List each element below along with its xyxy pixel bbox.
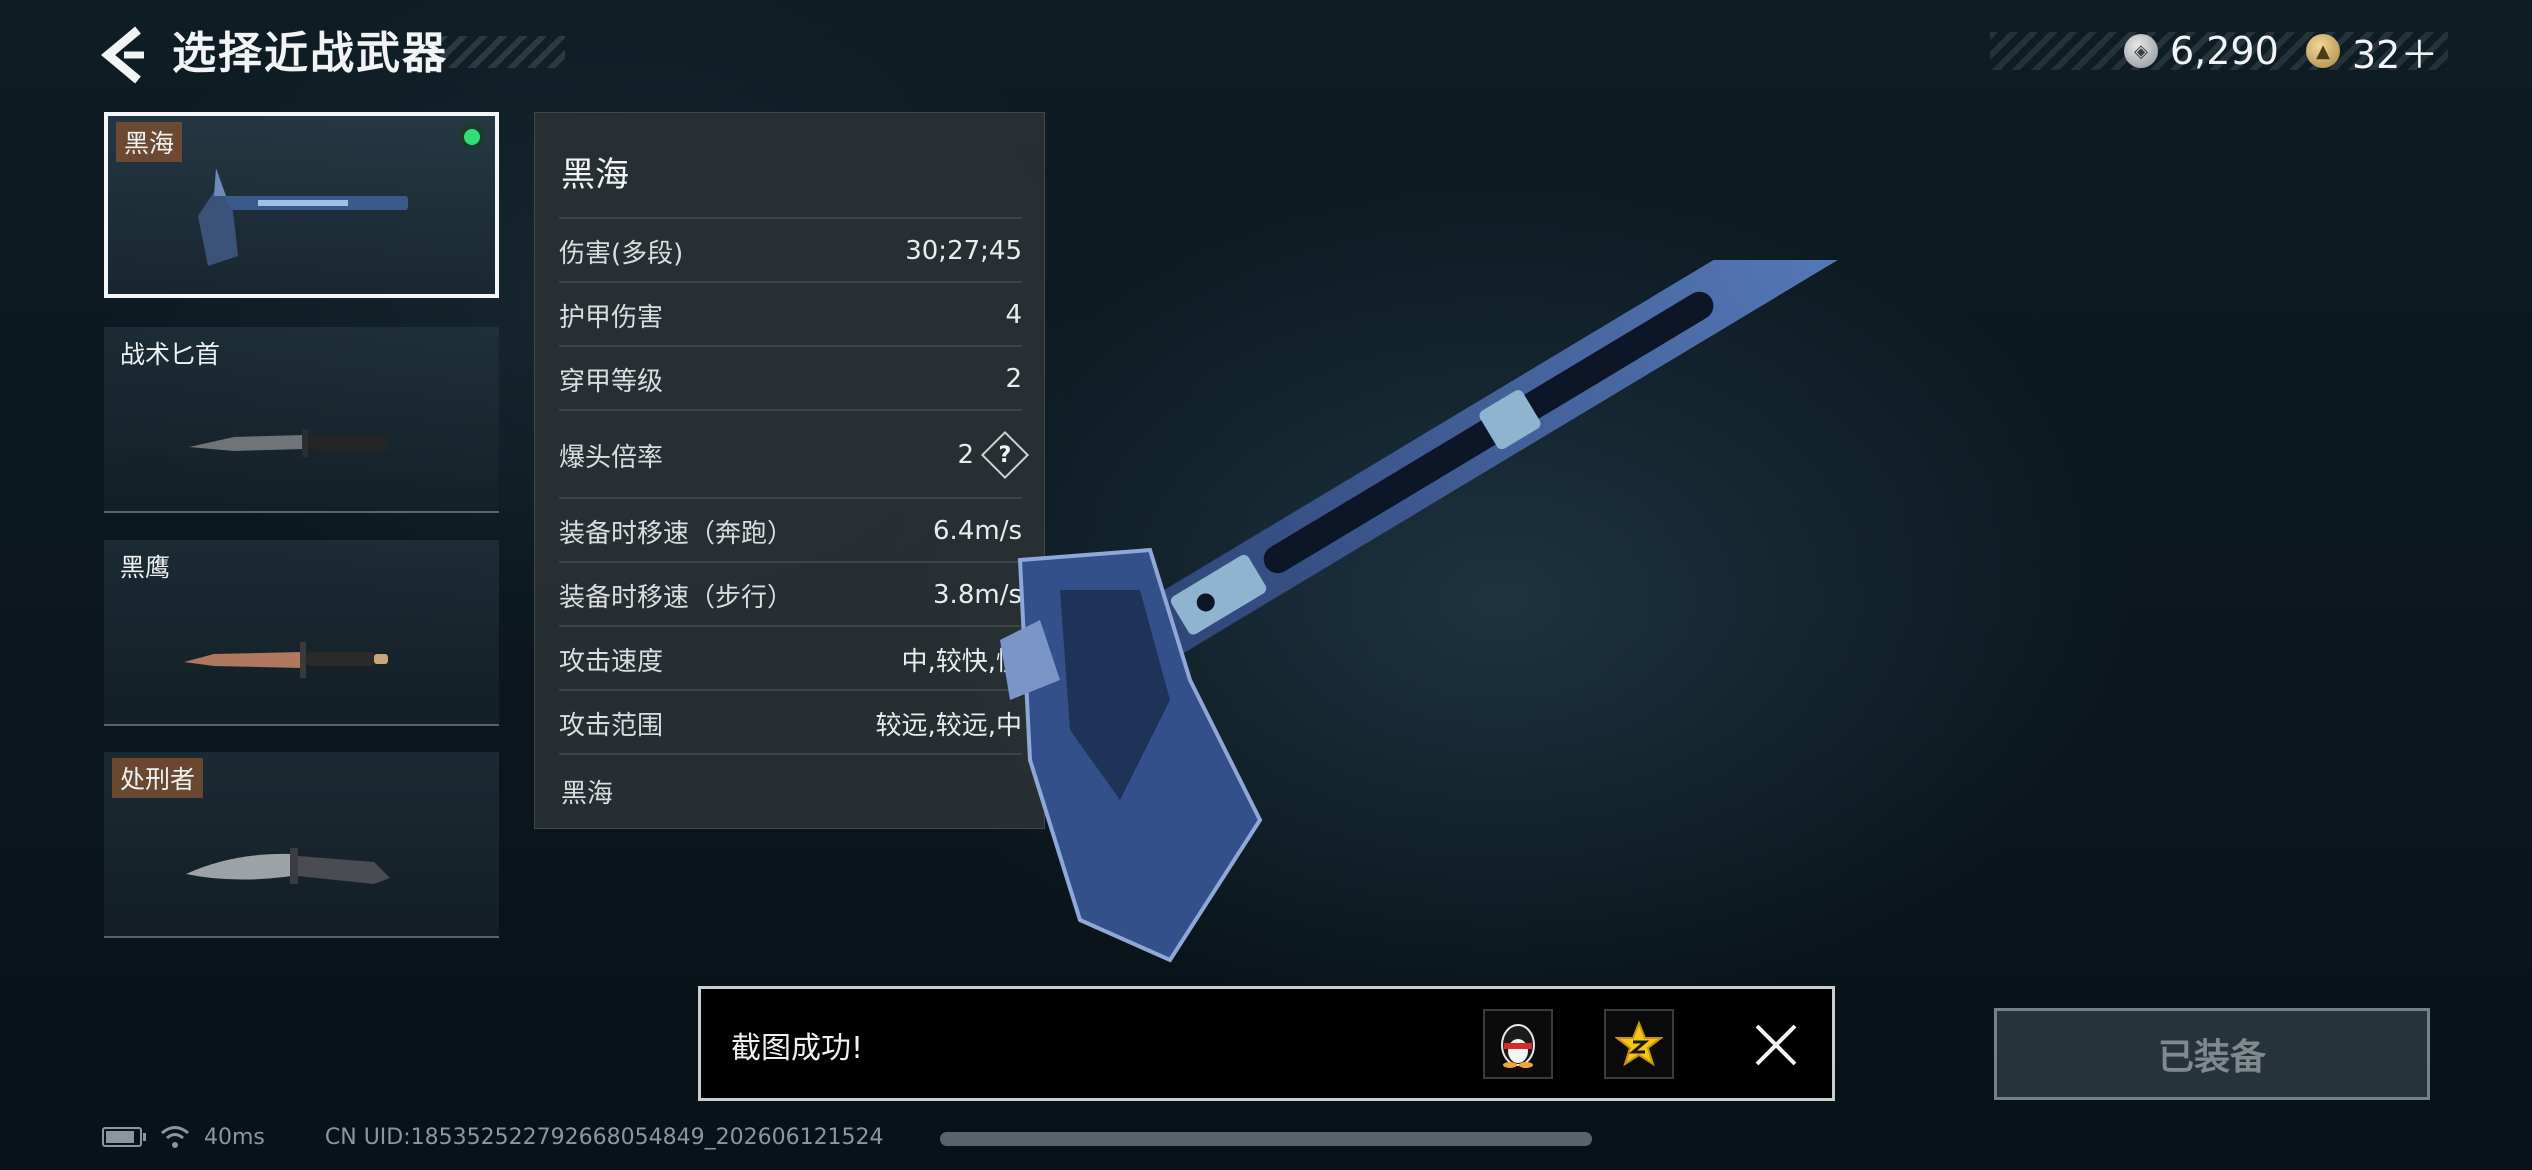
stat-row-headshot: 爆头倍率 2 ?: [559, 409, 1030, 499]
weapon-name: 黑海: [116, 122, 183, 162]
screenshot-toast: 截图成功!: [698, 986, 1835, 1101]
weapon-card-heihai[interactable]: 黑海: [104, 112, 499, 298]
gold-amount: 32＋: [2352, 32, 2439, 77]
stat-label: 攻击范围: [559, 710, 664, 741]
battery-icon: [102, 1127, 146, 1147]
combat-knife-icon: [186, 848, 390, 884]
gold-currency[interactable]: ▲ 32＋: [2306, 28, 2438, 77]
tactical-knife-icon: [189, 429, 388, 457]
equipped-indicator: [459, 124, 485, 150]
status-bar: 40ms CN UID:185352522792668054849_202606…: [102, 1120, 884, 1154]
page-title: 选择近战武器: [172, 28, 448, 79]
weapon-card-black-hawk[interactable]: 黑鹰: [104, 540, 499, 726]
stat-row-damage: 伤害(多段) 30;27;45: [559, 217, 1022, 283]
stat-row-attack-range: 攻击范围 较远,较远,中: [559, 689, 1022, 755]
silver-amount: 6,290: [2170, 29, 2279, 73]
close-icon[interactable]: [1753, 1022, 1799, 1068]
hatchet-preview-image[interactable]: [1000, 260, 2100, 1000]
share-qq-button[interactable]: [1483, 1009, 1553, 1079]
dagger-icon: [184, 642, 388, 678]
weapon-stats-panel: 黑海 伤害(多段) 30;27;45 护甲伤害 4 穿甲等级 2 爆头倍率 2 …: [534, 112, 1045, 829]
qq-penguin-icon: [1501, 1024, 1535, 1068]
stat-label: 穿甲等级: [559, 366, 664, 397]
stat-label: 攻击速度: [559, 646, 664, 677]
back-arrow-icon[interactable]: [100, 26, 146, 84]
skin-name: 黑海: [561, 779, 614, 809]
stat-row-attack-speed: 攻击速度 中,较快,慢: [559, 625, 1022, 691]
stat-row-armor-damage: 护甲伤害 4: [559, 281, 1022, 347]
uid-text: CN UID:185352522792668054849_20260612152…: [324, 1124, 884, 1150]
stat-row-walk-speed: 装备时移速（步行） 3.8m/s: [559, 561, 1022, 627]
ping-readout: 40ms: [204, 1124, 265, 1150]
stat-row-run-speed: 装备时移速（奔跑） 6.4m/s: [559, 497, 1022, 563]
share-qzone-button[interactable]: [1604, 1009, 1674, 1079]
stats-title: 黑海: [561, 155, 629, 195]
stat-label: 装备时移速（奔跑）: [559, 518, 794, 549]
silver-coin-icon: ◈: [2124, 34, 2158, 68]
stat-row-penetration: 穿甲等级 2: [559, 345, 1022, 411]
loading-progress-fill: [940, 1132, 1592, 1146]
weapon-name: 黑鹰: [120, 553, 171, 582]
loading-progress-bar: [940, 1132, 1592, 1146]
gold-coin-icon: ▲: [2306, 34, 2340, 68]
stat-value-text: 2: [957, 440, 974, 470]
stat-label: 伤害(多段): [559, 238, 684, 269]
weapon-card-tactical-knife[interactable]: 战术匕首: [104, 327, 499, 513]
toast-message: 截图成功!: [731, 1031, 864, 1066]
stat-divider: [559, 753, 1022, 819]
qzone-star-icon: [1615, 1020, 1663, 1067]
silver-currency: ◈ 6,290: [2124, 28, 2279, 74]
equipped-button[interactable]: 已装备: [1994, 1008, 2430, 1100]
stat-label: 爆头倍率: [559, 442, 664, 473]
hatchet-icon: [198, 168, 408, 266]
stat-label: 装备时移速（步行）: [559, 582, 794, 613]
stat-label: 护甲伤害: [559, 302, 664, 333]
wifi-icon: [161, 1126, 189, 1148]
title-decoration: [440, 36, 565, 68]
weapon-card-executioner[interactable]: 处刑者: [104, 752, 499, 938]
